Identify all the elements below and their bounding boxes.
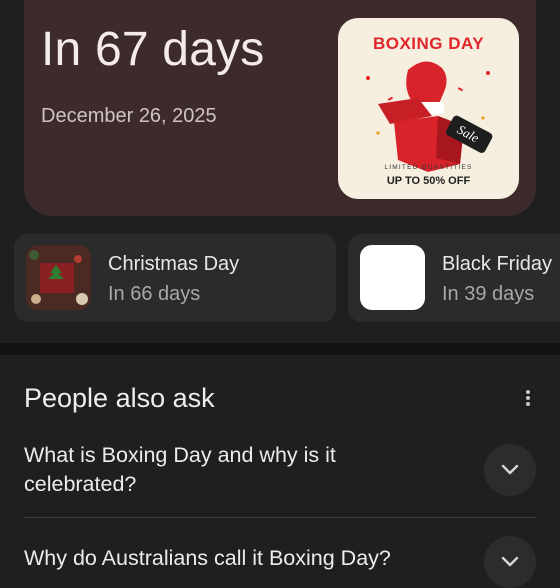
event-countdown: In 66 days — [108, 283, 201, 305]
black-friday-image — [360, 245, 425, 310]
section-divider — [0, 343, 560, 355]
related-event-christmas[interactable]: Christmas Day In 66 days — [14, 234, 336, 322]
question-divider — [24, 517, 536, 518]
event-date: December 26, 2025 — [41, 105, 217, 127]
poster-headline: BOXING DAY — [372, 34, 485, 53]
chevron-down-icon — [501, 556, 519, 567]
question-item[interactable]: Why do Australians call it Boxing Day? — [24, 544, 484, 573]
poster-offer: UP TO 50% OFF — [386, 175, 471, 187]
poster-subline: LIMITED QUANTITIES — [384, 164, 473, 171]
expand-button[interactable] — [484, 536, 536, 588]
countdown-title: In 67 days — [41, 23, 265, 76]
question-item[interactable]: What is Boxing Day and why is it celebra… — [24, 441, 444, 499]
related-event-black-friday[interactable]: Black Friday In 39 days — [348, 234, 560, 322]
expand-button[interactable] — [484, 444, 536, 496]
countdown-card[interactable]: In 67 days December 26, 2025 BOXING DAY … — [24, 0, 536, 216]
chevron-down-icon — [501, 464, 519, 475]
event-name: Christmas Day — [108, 253, 240, 275]
boxing-day-image[interactable]: BOXING DAY Sale LIMITED QUANTITIES UP TO… — [338, 18, 519, 199]
christmas-image — [26, 245, 91, 310]
event-countdown: In 39 days — [442, 283, 535, 305]
people-also-ask-heading: People also ask — [24, 383, 215, 413]
more-vert-icon[interactable] — [514, 386, 542, 410]
event-name: Black Friday — [442, 253, 553, 275]
